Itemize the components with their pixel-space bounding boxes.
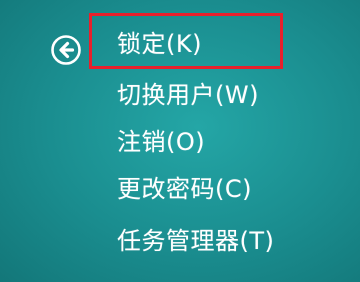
menu-item-change-password[interactable]: 更改密码(C) bbox=[117, 174, 252, 204]
security-options-screen: 锁定(K) 切换用户(W) 注销(O) 更改密码(C) 任务管理器(T) bbox=[0, 0, 360, 282]
circle-arrow-left-icon bbox=[51, 35, 81, 65]
menu-item-sign-out[interactable]: 注销(O) bbox=[117, 127, 205, 157]
menu-item-lock[interactable]: 锁定(K) bbox=[117, 29, 202, 59]
menu-item-task-manager[interactable]: 任务管理器(T) bbox=[117, 226, 274, 256]
back-button[interactable] bbox=[50, 34, 82, 66]
menu-item-switch-user[interactable]: 切换用户(W) bbox=[117, 80, 259, 110]
